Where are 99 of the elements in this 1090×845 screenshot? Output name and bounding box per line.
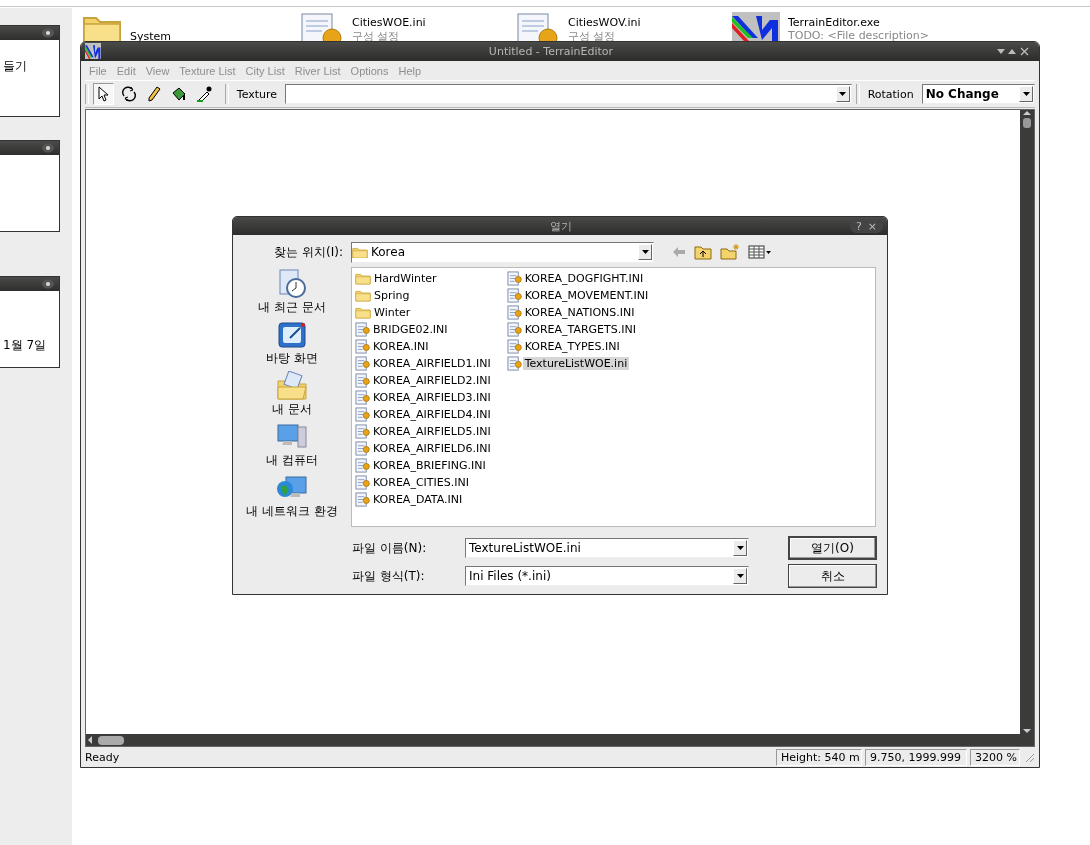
settings-file-icon <box>516 12 560 42</box>
places-item[interactable]: 바탕 화면 <box>266 320 318 367</box>
title-bar-button[interactable]: ? <box>855 219 862 233</box>
settings-file-icon <box>506 305 522 320</box>
folder-icon <box>355 289 371 302</box>
look-in-label: 찾는 위치(I): <box>273 243 344 261</box>
view-menu-icon[interactable] <box>748 245 772 259</box>
settings-file-icon <box>506 356 522 371</box>
eyedropper-icon <box>196 86 213 102</box>
terrain-editor-icon <box>732 12 780 41</box>
list-entry[interactable]: KOREA_AIRFIELD5.INI <box>355 423 493 440</box>
vertical-scrollbar[interactable] <box>1020 110 1034 734</box>
list-entry[interactable]: KOREA_DATA.INI <box>355 491 493 508</box>
list-entry[interactable]: KOREA_MOVEMENT.INI <box>506 287 651 304</box>
gadget-options-icon[interactable] <box>41 279 55 289</box>
rotate-icon <box>120 86 137 102</box>
up-folder-icon[interactable] <box>694 244 712 260</box>
settings-file-icon <box>506 322 522 337</box>
file-description: TODO: <File description> <box>788 29 929 42</box>
list-entry[interactable]: KOREA_NATIONS.INI <box>506 304 651 321</box>
file-description: 구성 설정 <box>568 29 617 44</box>
title-bar-button[interactable]: × <box>867 219 877 233</box>
list-entry[interactable]: BRIDGE02.INI <box>355 321 493 338</box>
list-entry[interactable]: KOREA_CITIES.INI <box>355 474 493 491</box>
list-entry[interactable]: KOREA_AIRFIELD1.INI <box>355 355 493 372</box>
file-name[interactable]: System <box>130 30 172 43</box>
list-entry[interactable]: KOREA_TARGETS.INI <box>506 321 651 338</box>
places-item[interactable]: 내 문서 <box>272 371 312 418</box>
settings-file-icon <box>355 407 370 422</box>
open-button[interactable]: 열기(O) <box>788 536 877 560</box>
settings-file-icon <box>355 424 370 439</box>
settings-file-icon <box>355 356 370 371</box>
list-entry[interactable]: KOREA_TYPES.INI <box>506 338 651 355</box>
rotation-dropdown[interactable]: No Change <box>921 84 1035 104</box>
texture-label: Texture <box>235 87 279 101</box>
status-message: Ready <box>85 750 121 764</box>
settings-file-icon <box>355 390 370 405</box>
texture-dropdown[interactable] <box>285 84 852 104</box>
resize-grip-icon[interactable] <box>1023 751 1035 763</box>
settings-file-icon <box>355 492 370 507</box>
documents-folder-icon <box>276 371 308 401</box>
cancel-button[interactable]: 취소 <box>788 564 877 588</box>
settings-file-icon <box>506 288 522 303</box>
settings-file-icon <box>355 475 370 490</box>
list-entry[interactable]: HardWinter <box>355 270 493 287</box>
file-name[interactable]: CitiesWOV.ini <box>568 16 641 29</box>
scroll-up-icon[interactable] <box>1023 110 1031 116</box>
folder-icon <box>352 245 368 259</box>
places-item[interactable]: 내 컴퓨터 <box>266 422 318 469</box>
window-title: Untitled - TerrainEditor <box>487 45 615 58</box>
list-entry[interactable]: KOREA_DOGFIGHT.INI <box>506 270 651 287</box>
list-entry[interactable]: KOREA_AIRFIELD3.INI <box>355 389 493 406</box>
coordinates-readout: 9.750, 1999.999 <box>865 748 967 766</box>
settings-file-icon <box>506 271 522 286</box>
settings-file-icon <box>300 12 344 42</box>
rotation-label: Rotation <box>866 87 915 101</box>
settings-file-icon <box>355 458 370 473</box>
file-type-label: 파일 형식(T): <box>352 567 426 585</box>
pointer-icon <box>97 86 110 102</box>
paint-bucket-icon <box>171 86 188 102</box>
file-type-dropdown[interactable]: Ini Files (*.ini) <box>465 566 749 586</box>
horizontal-scrollbar[interactable] <box>86 734 1034 746</box>
settings-file-icon <box>355 339 370 354</box>
settings-file-icon <box>506 339 522 354</box>
list-entry[interactable]: KOREA_AIRFIELD2.INI <box>355 372 493 389</box>
settings-file-icon <box>355 322 370 337</box>
folder-icon <box>355 306 371 319</box>
list-entry[interactable]: KOREA_AIRFIELD4.INI <box>355 406 493 423</box>
desktop-icon <box>276 320 308 350</box>
height-readout: Height: 540 m <box>776 748 862 766</box>
look-in-dropdown[interactable]: Korea <box>351 241 654 263</box>
zoom-readout: 3200 % <box>970 748 1020 766</box>
file-name[interactable]: TerrainEditor.exe <box>788 16 929 29</box>
gadget-date: 1월 7일 <box>2 337 48 354</box>
window-controls-icon[interactable] <box>997 46 1031 57</box>
gadget-text: 들기 <box>2 58 28 75</box>
list-entry[interactable]: KOREA_BRIEFING.INI <box>355 457 493 474</box>
settings-file-icon <box>355 373 370 388</box>
places-item[interactable]: 내 네트워크 환경 <box>246 473 338 520</box>
scroll-thumb[interactable] <box>1023 118 1031 128</box>
file-name-field[interactable]: TextureListWOE.ini <box>465 538 749 558</box>
gadget-options-icon[interactable] <box>41 28 55 38</box>
file-description: 구성 설정 <box>352 29 401 44</box>
settings-file-icon <box>355 441 370 456</box>
list-entry[interactable]: KOREA.INI <box>355 338 493 355</box>
list-entry[interactable]: KOREA_AIRFIELD6.INI <box>355 440 493 457</box>
places-item[interactable]: 내 최근 문서 <box>258 269 326 316</box>
list-entry[interactable]: Winter <box>355 304 493 321</box>
app-icon <box>85 43 101 59</box>
tool-button[interactable] <box>92 83 115 105</box>
pencil-icon <box>146 86 161 102</box>
list-entry[interactable]: Spring <box>355 287 493 304</box>
file-name[interactable]: CitiesWOE.ini <box>352 16 426 29</box>
folder-icon <box>355 272 371 285</box>
scroll-thumb[interactable] <box>98 735 124 745</box>
file-name-label: 파일 이름(N): <box>352 539 428 557</box>
dialog-title: 열기 <box>549 218 574 234</box>
clock-document-icon <box>276 269 308 299</box>
gadget-options-icon[interactable] <box>41 143 55 153</box>
